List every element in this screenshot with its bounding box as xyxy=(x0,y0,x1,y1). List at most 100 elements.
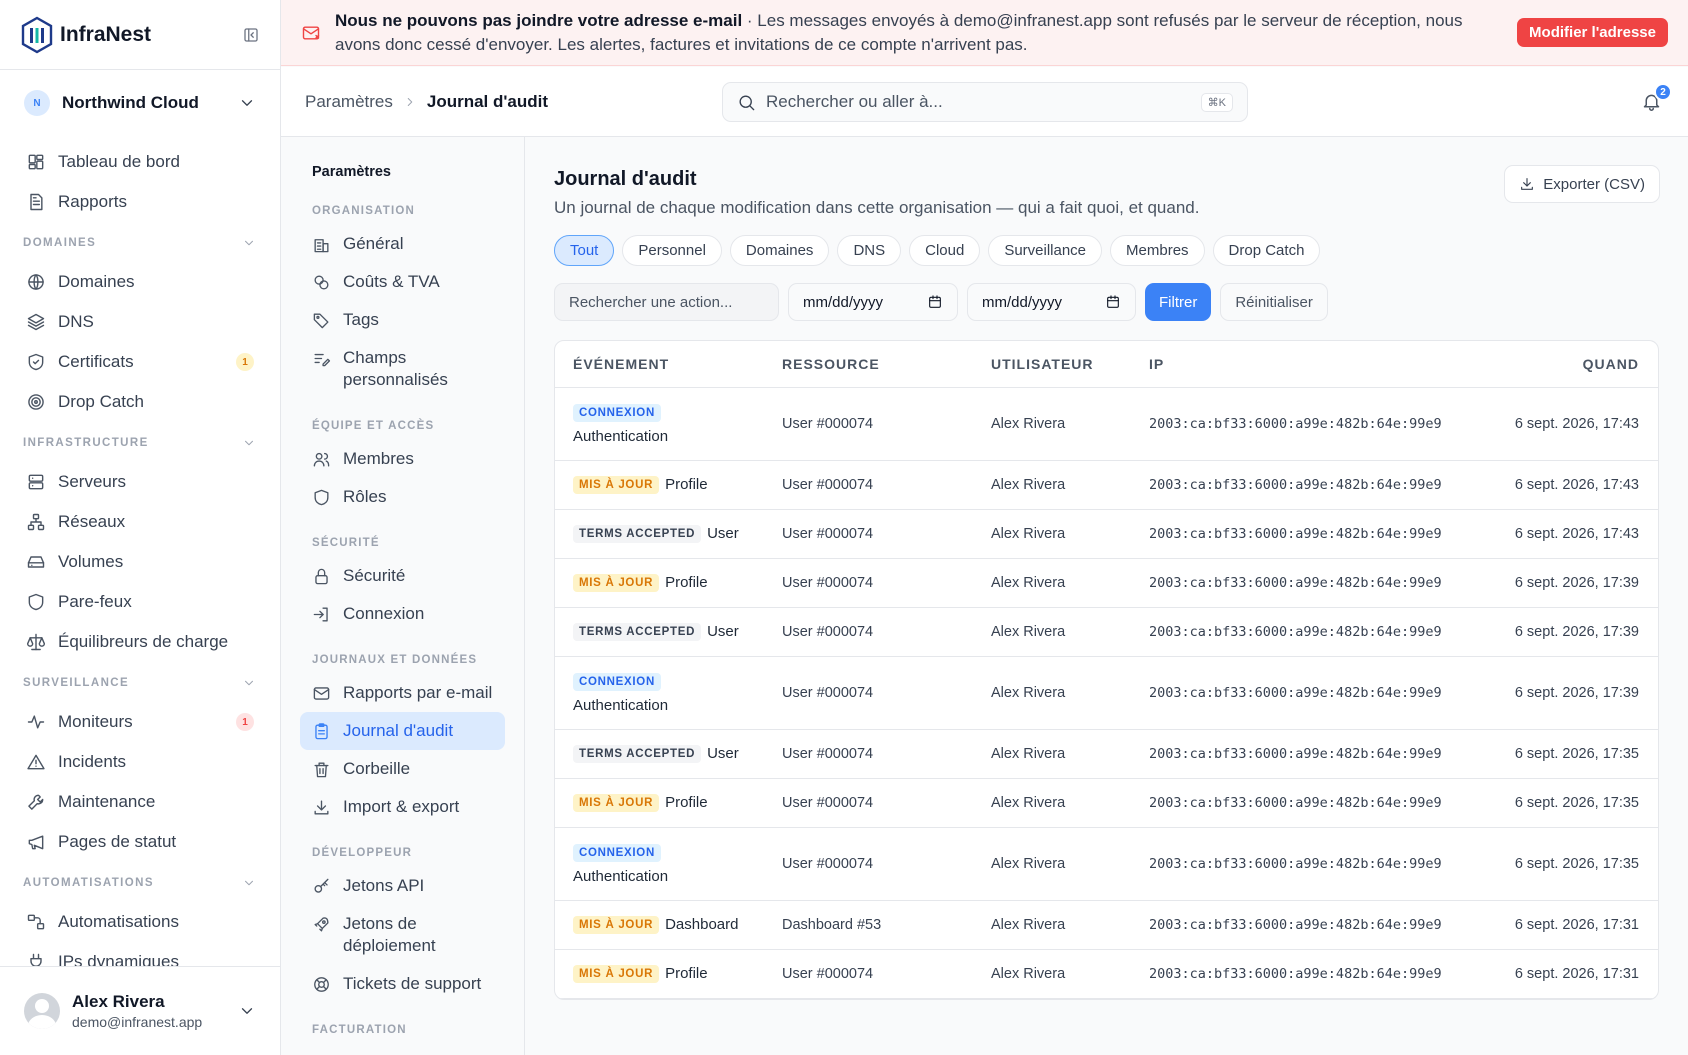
resource-cell: Dashboard #53 xyxy=(782,917,882,933)
sidebar-item-reseaux[interactable]: Réseaux xyxy=(0,502,280,542)
reset-button[interactable]: Réinitialiser xyxy=(1220,283,1328,321)
resource-cell: User #000074 xyxy=(782,966,874,982)
user-cell: Alex Rivera xyxy=(991,526,1066,542)
sidebar-item-pare-feux[interactable]: Pare-feux xyxy=(0,582,280,622)
table-row[interactable]: CONNEXION Authentication User #000074 Alex … xyxy=(555,657,1658,730)
table-row[interactable]: CONNEXION Authentication User #000074 Alex … xyxy=(555,388,1658,461)
table-row[interactable]: TERMS ACCEPTED User User #000074 Alex River… xyxy=(555,608,1658,657)
settings-item-jetons-api[interactable]: Jetons API xyxy=(300,867,505,905)
global-search-input[interactable]: Rechercher ou aller à... ⌘K xyxy=(722,82,1248,122)
table-row[interactable]: CONNEXION Authentication User #000074 Alex … xyxy=(555,828,1658,901)
settings-group-journaux-et-donnees: JOURNAUX ET DONNÉES xyxy=(312,654,478,666)
settings-item-rapports-par-e-mail[interactable]: Rapports par e-mail xyxy=(300,674,505,712)
sidebar-item-volumes[interactable]: Volumes xyxy=(0,542,280,582)
calendar-icon[interactable] xyxy=(927,294,943,310)
sidebar-item-rapports[interactable]: Rapports xyxy=(0,182,280,222)
table-row[interactable]: MIS À JOUR Profile User #000074 Alex Rivera… xyxy=(555,950,1658,999)
sidebar-item-moniteurs[interactable]: Moniteurs 1 xyxy=(0,702,280,742)
filter-chip-personnel[interactable]: Personnel xyxy=(622,235,722,266)
breadcrumb-parent[interactable]: Paramètres xyxy=(305,92,393,112)
sidebar-section-infrastructure[interactable]: INFRASTRUCTURE xyxy=(0,424,280,462)
sidebar-item-equilibreurs-de-charge[interactable]: Équilibreurs de charge xyxy=(0,622,280,662)
table-row[interactable]: MIS À JOUR Profile User #000074 Alex Rivera… xyxy=(555,559,1658,608)
category-filter-chips: Tout Personnel Domaines DNS Cloud Surveillanc… xyxy=(554,235,1659,266)
change-address-button[interactable]: Modifier l'adresse xyxy=(1517,18,1668,47)
calendar-icon[interactable] xyxy=(1105,294,1121,310)
sidebar-item-domaines[interactable]: Domaines xyxy=(0,262,280,302)
infranest-logo-icon[interactable] xyxy=(20,16,54,54)
column-header-when: QUAND xyxy=(1582,356,1639,372)
user-menu[interactable]: Alex Rivera demo@infranest.app xyxy=(0,966,280,1055)
table-row[interactable]: TERMS ACCEPTED User User #000074 Alex River… xyxy=(555,730,1658,779)
settings-item-journal-d-audit[interactable]: Journal d'audit xyxy=(300,712,505,750)
ip-cell: 2003:ca:bf33:6000:a99e:482b:64e:99e9 xyxy=(1149,416,1442,432)
org-switcher[interactable]: N Northwind Cloud xyxy=(0,70,280,136)
settings-item-membres[interactable]: Membres xyxy=(300,440,505,478)
workflow-icon xyxy=(27,914,45,930)
sidebar-item-pages-de-statut[interactable]: Pages de statut xyxy=(0,822,280,862)
sidebar-item-label: Moniteurs xyxy=(58,712,133,731)
settings-item-champs-personnalises[interactable]: Champs personnalisés xyxy=(300,339,505,399)
settings-item-tags[interactable]: Tags xyxy=(300,301,505,339)
sidebar-item-maintenance[interactable]: Maintenance xyxy=(0,782,280,822)
building-icon xyxy=(314,239,329,253)
settings-item-connexion[interactable]: Connexion xyxy=(300,595,505,633)
sidebar-item-drop-catch[interactable]: Drop Catch xyxy=(0,382,280,422)
sidebar-section-title: INFRASTRUCTURE xyxy=(23,437,149,449)
date-to-value: mm/dd/yyyy xyxy=(982,293,1063,311)
filter-button[interactable]: Filtrer xyxy=(1145,283,1212,321)
sidebar-item-certificats[interactable]: Certificats 1 xyxy=(0,342,280,382)
notifications-button[interactable]: 2 xyxy=(1641,83,1672,112)
user-name: Alex Rivera xyxy=(72,992,165,1011)
table-row[interactable]: MIS À JOUR Dashboard Dashboard #53 Alex Riv… xyxy=(555,901,1658,950)
settings-item-securite[interactable]: Sécurité xyxy=(300,557,505,595)
chevron-down-icon xyxy=(241,1008,253,1014)
table-row[interactable]: MIS À JOUR Profile User #000074 Alex Rivera… xyxy=(555,779,1658,828)
action-search-input[interactable]: Rechercher une action... xyxy=(554,283,779,321)
filter-chip-tout[interactable]: Tout xyxy=(554,235,615,266)
settings-item-general[interactable]: Général xyxy=(300,225,505,263)
date-to-input[interactable]: mm/dd/yyyy xyxy=(967,283,1136,321)
filter-chip-domaines[interactable]: Domaines xyxy=(729,235,830,266)
sidebar-item-dns[interactable]: DNS xyxy=(0,302,280,342)
report-icon xyxy=(30,193,43,211)
sidebar-item-automatisations[interactable]: Automatisations xyxy=(0,902,280,942)
sidebar-item-tableau-de-bord[interactable]: Tableau de bord xyxy=(0,142,280,182)
table-row[interactable]: MIS À JOUR Profile User #000074 Alex Rivera… xyxy=(555,461,1658,510)
column-header-event: ÉVÉNEMENT xyxy=(573,356,670,372)
event-subject: Profile xyxy=(665,573,708,591)
user-avatar xyxy=(24,993,60,1029)
date-from-input[interactable]: mm/dd/yyyy xyxy=(788,283,958,321)
filter-chip-surveillance[interactable]: Surveillance xyxy=(988,235,1103,266)
settings-item-couts-tva[interactable]: Coûts & TVA xyxy=(300,263,505,301)
sidebar-section-surveillance[interactable]: SURVEILLANCE xyxy=(0,664,280,702)
filter-chip-cloud[interactable]: Cloud xyxy=(909,235,981,266)
resource-cell: User #000074 xyxy=(782,746,874,762)
sidebar-item-label: DNS xyxy=(58,312,94,331)
settings-item-import-export[interactable]: Import & export xyxy=(300,788,505,826)
settings-item-label: Champs personnalisés xyxy=(343,348,448,389)
sidebar-section-domaines[interactable]: DOMAINES xyxy=(0,224,280,262)
event-cell: MIS À JOUR Dashboard xyxy=(555,916,782,935)
settings-item-roles[interactable]: Rôles xyxy=(300,478,505,516)
sidebar-collapse-icon[interactable] xyxy=(242,26,260,44)
sidebar-section-title: SURVEILLANCE xyxy=(23,677,130,689)
settings-group-securite: SÉCURITÉ xyxy=(312,537,380,549)
org-avatar: N xyxy=(24,90,50,116)
settings-group-facturation: FACTURATION xyxy=(312,1024,407,1036)
settings-item-jetons-de-deploiement[interactable]: Jetons de déploiement xyxy=(300,905,505,965)
filter-chip-drop-catch[interactable]: Drop Catch xyxy=(1212,235,1321,266)
user-cell: Alex Rivera xyxy=(991,856,1066,872)
filter-chip-dns[interactable]: DNS xyxy=(837,235,902,266)
settings-item-tickets-de-support[interactable]: Tickets de support xyxy=(300,965,505,1003)
settings-item-corbeille[interactable]: Corbeille xyxy=(300,750,505,788)
resource-cell: User #000074 xyxy=(782,526,874,542)
resource-cell: User #000074 xyxy=(782,477,874,493)
table-row[interactable]: TERMS ACCEPTED User User #000074 Alex River… xyxy=(555,510,1658,559)
sidebar-section-automatisations[interactable]: AUTOMATISATIONS xyxy=(0,864,280,902)
sidebar-item-incidents[interactable]: Incidents xyxy=(0,742,280,782)
tag-icon xyxy=(313,313,329,329)
export-csv-button[interactable]: Exporter (CSV) xyxy=(1504,165,1660,203)
filter-chip-membres[interactable]: Membres xyxy=(1110,235,1205,266)
sidebar-item-serveurs[interactable]: Serveurs xyxy=(0,462,280,502)
